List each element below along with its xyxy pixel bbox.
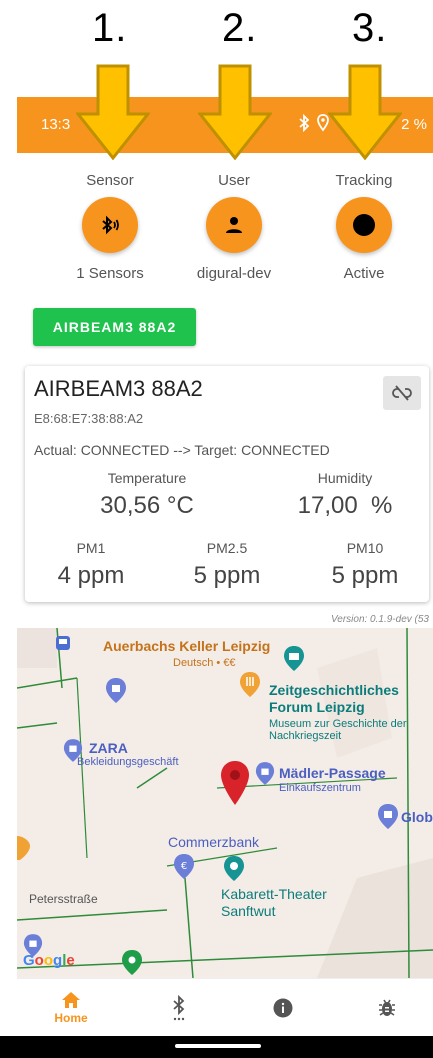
tracking-button[interactable] — [336, 197, 392, 253]
measure-humidity: Humidity 17,00 % — [275, 470, 415, 520]
status-tiles: Sensor 1 Sensors User digural-dev Tracki… — [17, 160, 433, 290]
nav-info[interactable] — [231, 979, 335, 1037]
humidity-value: 17,00 % — [297, 492, 393, 519]
tile-sensor-label: Sensor — [86, 172, 134, 189]
tile-tracking: Tracking Active — [295, 160, 433, 282]
annotation-3: 3. — [352, 6, 388, 50]
glob-pin-icon[interactable] — [377, 804, 399, 830]
pm25-label: PM2.5 — [206, 540, 248, 556]
app-screen: 1. 2. 3. 13:3 2 % Sensor 1 Sensors User … — [0, 0, 433, 1058]
restaurant-edge-pin-icon[interactable] — [17, 836, 31, 860]
poi-zara-sub: Bekleidungsgeschäft — [77, 756, 179, 768]
theater-pin-icon[interactable] — [223, 856, 245, 882]
park-pin-icon[interactable] — [121, 950, 143, 976]
link-off-icon — [392, 385, 412, 401]
system-navigation-bar — [0, 1036, 433, 1058]
pm10-label: PM10 — [346, 540, 384, 556]
street-petersstrasse: Petersstraße — [29, 892, 98, 906]
measure-pm25: PM2.5 5 ppm — [167, 540, 287, 590]
poi-auerbachs-name[interactable]: Auerbachs Keller Leipzig — [103, 638, 270, 654]
poi-zara-name[interactable]: ZARA — [89, 740, 128, 756]
temperature-label: Temperature — [107, 470, 187, 486]
poi-auerbachs-sub: Deutsch • €€ — [173, 657, 236, 669]
tile-sensor: Sensor 1 Sensors — [41, 160, 179, 282]
bluetooth-icon — [298, 113, 310, 136]
poi-forum-name[interactable]: Zeitgeschichtliches Forum Leipzig — [269, 682, 429, 716]
annotation-2: 2. — [222, 6, 258, 50]
person-icon — [226, 217, 242, 233]
home-icon — [62, 992, 80, 1008]
version-text: Version: 0.1.9-dev (53 — [330, 614, 429, 625]
tile-tracking-value: Active — [343, 265, 385, 282]
measure-pm1: PM1 4 ppm — [31, 540, 151, 590]
tile-tracking-label: Tracking — [335, 172, 393, 189]
svg-text:€: € — [181, 861, 187, 872]
poi-forum-sub: Museum zur Geschichte der Nachkriegszeit — [269, 718, 407, 742]
annotation-arrow-3 — [328, 64, 402, 160]
poi-commerzbank-name[interactable]: Commerzbank — [168, 834, 259, 850]
nav-home[interactable]: Home — [19, 979, 123, 1037]
poi-kabarett-name[interactable]: Kabarett-Theater Sanftwut — [221, 886, 351, 920]
transit-icon[interactable] — [55, 635, 71, 651]
pm1-label: PM1 — [76, 540, 106, 556]
annotation-arrow-2 — [198, 64, 272, 160]
bug-icon — [379, 999, 395, 1016]
bank-pin-icon[interactable]: € — [173, 854, 195, 880]
pm1-value: 4 ppm — [57, 562, 125, 589]
nav-home-label: Home — [54, 1011, 88, 1025]
tile-user-value: digural-dev — [196, 265, 272, 282]
home-gesture-handle[interactable] — [175, 1044, 261, 1048]
device-name: AIRBEAM3 88A2 — [34, 376, 203, 401]
google-logo: Google — [23, 952, 75, 969]
poi-maedler-name[interactable]: Mädler-Passage — [279, 765, 386, 781]
restaurant-pin-icon[interactable] — [239, 672, 261, 698]
humidity-label: Humidity — [317, 470, 373, 486]
unlink-button[interactable] — [383, 376, 421, 410]
annotation-1: 1. — [92, 6, 128, 50]
museum-pin-icon[interactable] — [283, 646, 305, 672]
shopping-pin-icon[interactable] — [105, 678, 127, 704]
device-connection-state: Actual: CONNECTED --> Target: CONNECTED — [34, 442, 330, 458]
sensor-chip-button[interactable]: AIRBEAM3 88A2 — [33, 308, 196, 346]
bluetooth-audio-icon — [102, 215, 119, 235]
annotation-arrow-1 — [76, 64, 150, 160]
record-dot-icon — [353, 214, 375, 236]
tile-sensor-value: 1 Sensors — [76, 265, 144, 282]
user-button[interactable] — [206, 197, 262, 253]
device-mac: E8:68:E7:38:88:A2 — [34, 411, 144, 426]
bluetooth-searching-icon — [173, 994, 185, 1021]
sensor-button[interactable] — [82, 197, 138, 253]
current-location-pin-icon[interactable] — [220, 760, 250, 806]
info-icon — [273, 998, 293, 1018]
poi-maedler-sub: Einkaufszentrum — [279, 782, 361, 794]
tile-user-label: User — [218, 172, 250, 189]
maedler-pin-icon[interactable] — [255, 762, 275, 786]
map-view[interactable]: € Auerbachs Keller Leipzig Deutsch • €€ … — [17, 628, 433, 978]
nav-debug[interactable] — [335, 979, 433, 1037]
bottom-navigation: Home — [17, 978, 433, 1036]
nav-bluetooth[interactable] — [127, 979, 231, 1037]
measure-pm10: PM10 5 ppm — [305, 540, 425, 590]
tile-user: User digural-dev — [165, 160, 303, 282]
poi-glob-name[interactable]: Glob — [401, 809, 433, 825]
temperature-value: 30,56 °C — [100, 492, 194, 519]
battery-level: 2 % — [401, 116, 427, 133]
device-card: AIRBEAM3 88A2 E8:68:E7:38:88:A2 Actual: … — [25, 366, 429, 602]
pm10-value: 5 ppm — [331, 562, 399, 589]
measure-temperature: Temperature 30,56 °C — [77, 470, 217, 520]
pm25-value: 5 ppm — [193, 562, 261, 589]
status-time: 13:3 — [41, 116, 71, 133]
